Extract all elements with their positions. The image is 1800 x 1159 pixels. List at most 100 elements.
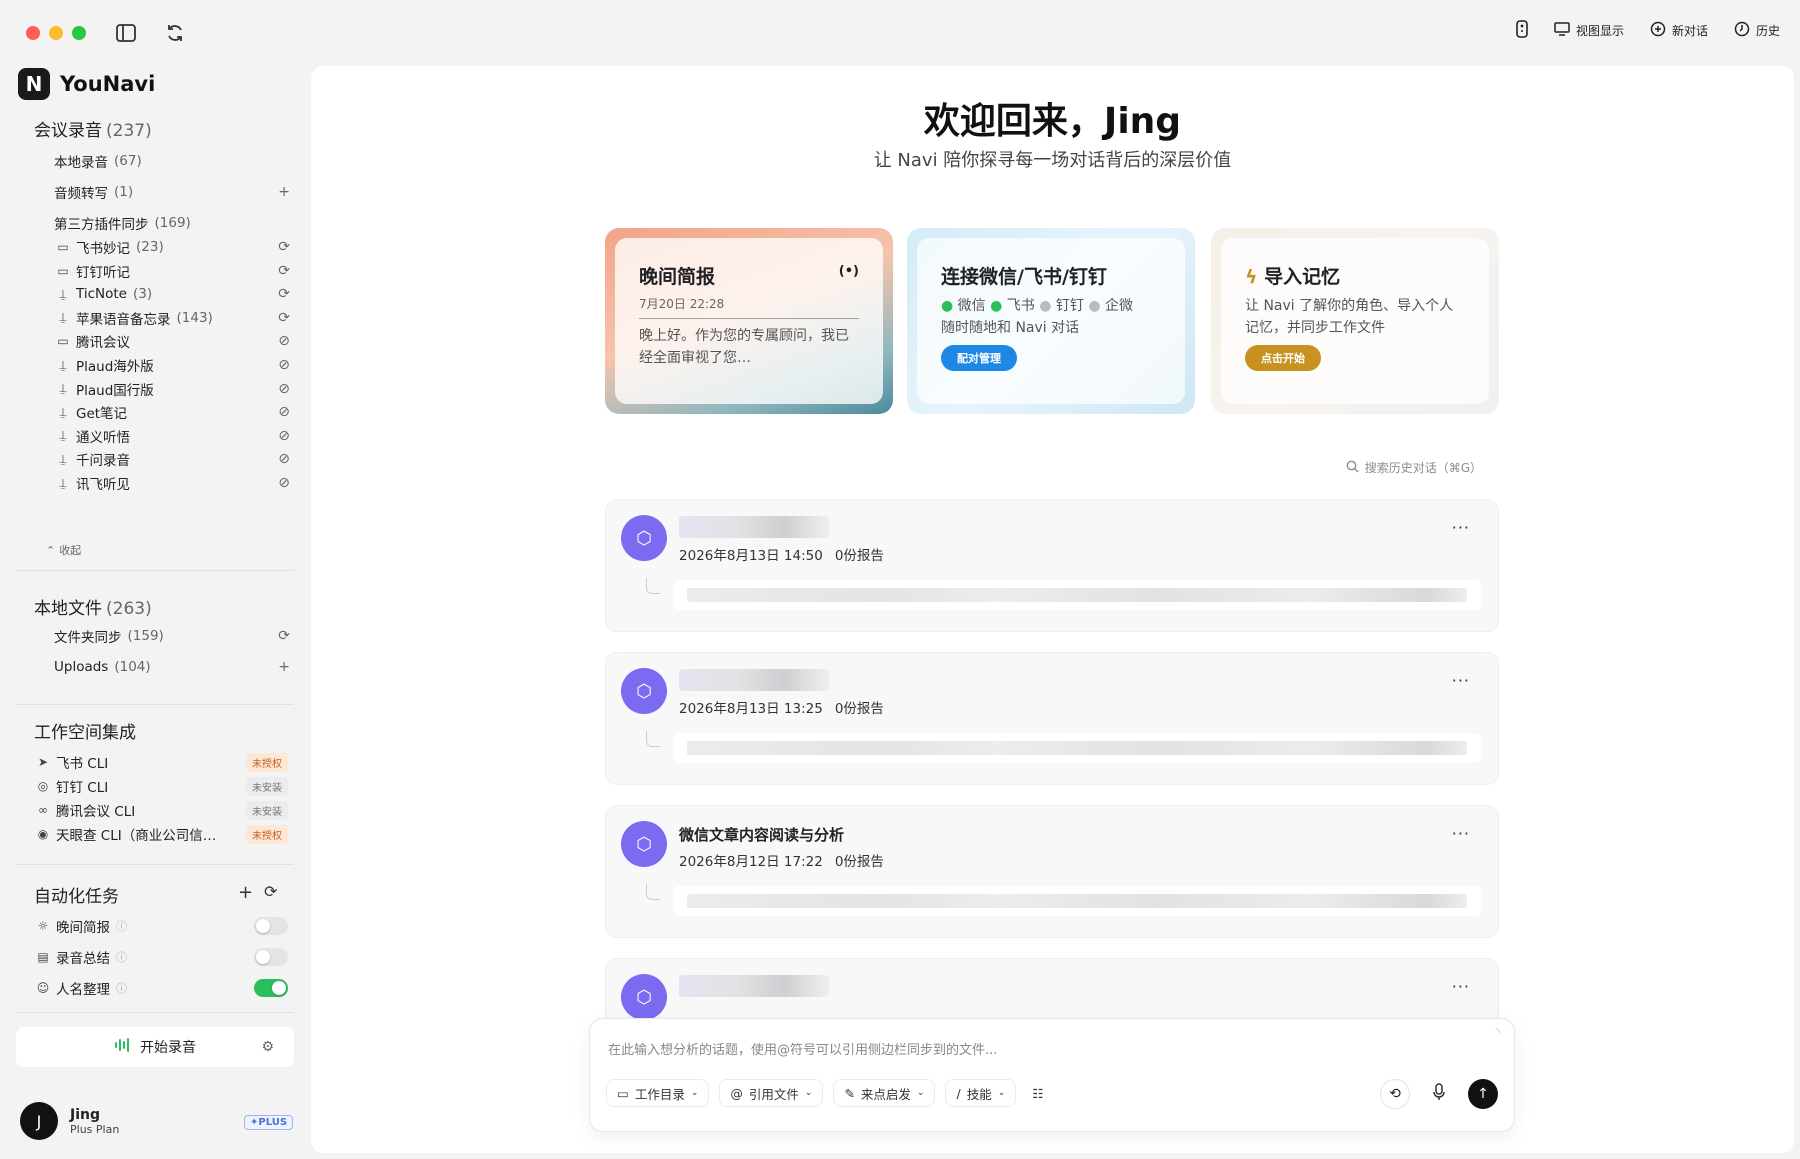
evening-briefing-card[interactable]: 晚间简报 (•) 7月20日 22:28 晚上好。作为您的专属顾问，我已经全面审…	[605, 228, 893, 414]
more-options-icon[interactable]: ···	[1452, 518, 1470, 537]
start-recording-button[interactable]: 开始录音 ⚙	[16, 1027, 294, 1067]
refresh-tasks-icon[interactable]: ⟳	[264, 882, 277, 901]
eye-icon: ◉	[37, 827, 49, 841]
sidebar-item-plugin[interactable]: ⍊ 讯飞听见 ⊘	[54, 471, 300, 495]
sync-disabled-icon[interactable]: ⊘	[278, 381, 290, 397]
meetings-section-title[interactable]: 会议录音 (237)	[34, 116, 152, 141]
more-options-icon[interactable]: ···	[1452, 671, 1470, 690]
cite-file-chip[interactable]: @ 引用文件 ⌄	[719, 1079, 824, 1107]
voice-input-button[interactable]	[1424, 1079, 1454, 1109]
sync-disabled-icon[interactable]: ⊘	[278, 333, 290, 349]
sync-disabled-icon[interactable]: ⊘	[278, 475, 290, 491]
workspace-integration-item[interactable]: ∞ 腾讯会议 CLI 未安装	[34, 798, 300, 822]
sync-icon[interactable]: ⟳	[278, 239, 290, 255]
composer-input[interactable]: 在此输入想分析的话题，使用@符号可以引用侧边栏同步到的文件...	[608, 1039, 997, 1058]
sidebar-item-audio-transcription[interactable]: 音频转写 (1) +	[54, 180, 300, 204]
list-options-button[interactable]: ☷	[1026, 1079, 1050, 1107]
sidebar-item-plugin[interactable]: ⍊ Plaud海外版 ⊘	[54, 353, 300, 377]
task-toggle[interactable]	[254, 917, 288, 935]
new-chat-button[interactable]: 新对话	[1650, 21, 1708, 40]
item-count: (3)	[132, 286, 153, 303]
task-toggle[interactable]	[254, 979, 288, 997]
conversation-card[interactable]: ⬡ 2026年8月13日 14:50 0份报告 ···	[605, 499, 1499, 632]
search-history-button[interactable]: 搜索历史对话（⌘G）	[1346, 459, 1482, 476]
welcome-subtitle: 让 Navi 陪你探寻每一场对话背后的深层价值	[873, 150, 1232, 171]
info-icon[interactable]: ⓘ	[116, 918, 127, 934]
sidebar-item-plugin[interactable]: ⍊ TicNote (3) ⟳	[54, 282, 300, 306]
remote-icon	[1516, 20, 1528, 41]
sidebar-item-folder-sync[interactable]: 文件夹同步 (159) ⟳	[54, 624, 300, 648]
workspace-integration-item[interactable]: ➤ 飞书 CLI 未授权	[34, 750, 300, 774]
history-button[interactable]: 历史	[1734, 21, 1780, 40]
more-options-icon[interactable]: ···	[1452, 977, 1470, 996]
sidebar-toggle-icon[interactable]	[113, 20, 139, 46]
monitor-icon	[1554, 22, 1570, 39]
remote-button[interactable]	[1516, 20, 1528, 41]
ai-mode-button[interactable]: ⟲	[1380, 1079, 1410, 1109]
add-icon[interactable]: +	[278, 659, 290, 675]
import-memory-card[interactable]: ϟ 导入记忆 让 Navi 了解你的角色、导入个人记忆，并同步工作文件 点击开始	[1211, 228, 1499, 414]
task-toggle[interactable]	[254, 948, 288, 966]
status-badge: 未安装	[246, 776, 288, 796]
sync-icon[interactable]: ⟳	[278, 263, 290, 279]
refresh-icon[interactable]	[162, 20, 188, 46]
sync-disabled-icon[interactable]: ⊘	[278, 428, 290, 444]
local-files-section-title[interactable]: 本地文件 (263)	[34, 594, 152, 619]
add-icon[interactable]: +	[278, 184, 290, 200]
item-count: (143)	[176, 309, 213, 326]
collapse-button[interactable]: ⌃ 收起	[46, 538, 346, 562]
chevron-down-icon: ⌄	[690, 1088, 699, 1098]
sync-disabled-icon[interactable]: ⊘	[278, 404, 290, 420]
briefing-date: 7月20日 22:28	[639, 295, 859, 319]
sidebar-item-local-recordings[interactable]: 本地录音 (67)	[54, 149, 354, 173]
sidebar-item-plugin[interactable]: ▭ 飞书妙记 (23) ⟳	[54, 235, 300, 259]
sidebar-item-plugin[interactable]: ⍊ Plaud国行版 ⊘	[54, 377, 300, 401]
sidebar-item-plugin[interactable]: ⍊ 苹果语音备忘录 (143) ⟳	[54, 306, 300, 330]
sliders-icon[interactable]: ⚙	[261, 1039, 274, 1055]
conversation-card[interactable]: ⬡ 2026年8月13日 13:25 0份报告 ···	[605, 652, 1499, 785]
blurred-summary	[687, 894, 1467, 908]
user-profile[interactable]: J Jing Plus Plan	[20, 1102, 119, 1140]
sidebar-item-plugin[interactable]: ⍊ 千问录音 ⊘	[54, 447, 300, 471]
send-button[interactable]: ↑	[1468, 1079, 1498, 1109]
view-display-button[interactable]: 视图显示	[1554, 22, 1624, 39]
sync-icon[interactable]: ⟳	[278, 310, 290, 326]
info-icon[interactable]: ⓘ	[116, 949, 127, 965]
sidebar-item-uploads[interactable]: Uploads (104) +	[54, 655, 300, 679]
report-count: 0份报告	[834, 548, 884, 564]
minimize-window-button[interactable]	[49, 26, 63, 40]
sidebar-item-plugin-sync[interactable]: 第三方插件同步 (169)	[54, 211, 354, 235]
zoom-window-button[interactable]	[72, 26, 86, 40]
status-badge: 未安装	[246, 800, 288, 820]
add-task-icon[interactable]: +	[238, 882, 253, 903]
item-label: 晚间简报	[56, 920, 110, 936]
working-dir-chip[interactable]: ▭ 工作目录 ⌄	[606, 1079, 710, 1107]
item-label: TicNote	[76, 286, 127, 303]
main-panel: 欢迎回来，Jing 让 Navi 陪你探寻每一场对话背后的深层价值 晚间简报 (…	[311, 66, 1794, 1153]
sync-disabled-icon[interactable]: ⊘	[278, 451, 290, 467]
sidebar-item-plugin[interactable]: ⍊ 通义听悟 ⊘	[54, 424, 300, 448]
workspace-integration-item[interactable]: ◉ 天眼查 CLI（商业公司信… 未授权	[34, 822, 300, 846]
pair-manage-button[interactable]: 配对管理	[941, 345, 1017, 371]
sync-icon[interactable]: ⟳	[278, 286, 290, 302]
automation-section-title: 自动化任务	[34, 887, 119, 907]
item-label: 音频转写	[54, 186, 108, 202]
skills-chip[interactable]: / 技能 ⌄	[945, 1079, 1017, 1107]
briefing-title: 晚间简报	[639, 266, 716, 288]
connect-title: 连接微信/飞书/钉钉	[941, 266, 1107, 288]
connect-apps-card[interactable]: 连接微信/飞书/钉钉 ● 微信 ● 飞书 ● 钉钉 ● 企微 随时随地和 Nav…	[907, 228, 1195, 414]
item-label: 飞书 CLI	[56, 756, 109, 772]
more-options-icon[interactable]: ···	[1452, 824, 1470, 843]
inspire-chip[interactable]: ✎ 来点启发 ⌄	[833, 1079, 936, 1107]
info-icon[interactable]: ⓘ	[116, 980, 127, 996]
sync-disabled-icon[interactable]: ⊘	[278, 357, 290, 373]
workspace-integration-item[interactable]: ◎ 钉钉 CLI 未安装	[34, 774, 300, 798]
close-window-button[interactable]	[26, 26, 40, 40]
conversation-card[interactable]: ⬡ 微信文章内容阅读与分析 2026年8月12日 17:22 0份报告 ···	[605, 805, 1499, 938]
start-memory-button[interactable]: 点击开始	[1245, 345, 1321, 371]
sidebar-item-plugin[interactable]: ⍊ Get笔记 ⊘	[54, 400, 300, 424]
chip-label: 技能	[966, 1086, 992, 1102]
sidebar-item-plugin[interactable]: ▭ 腾讯会议 ⊘	[54, 329, 300, 353]
sync-icon[interactable]: ⟳	[278, 628, 290, 644]
sidebar-item-plugin[interactable]: ▭ 钉钉听记 ⟳	[54, 259, 300, 283]
